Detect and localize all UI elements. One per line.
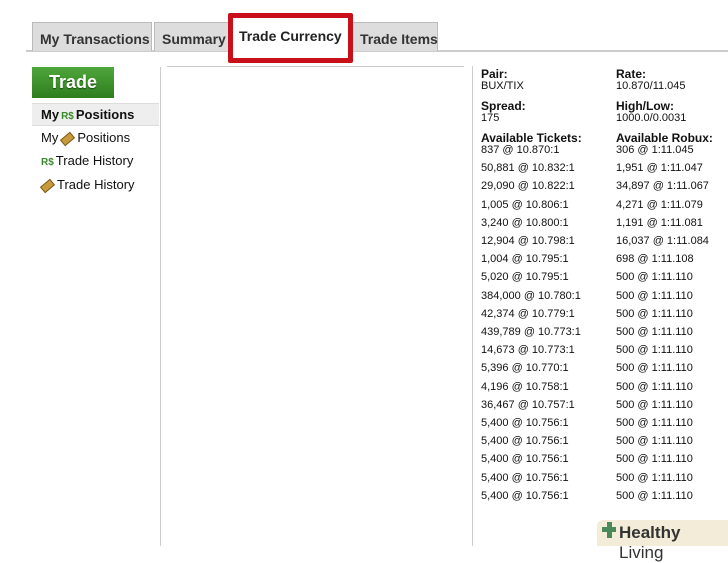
nav-label: My — [41, 130, 59, 145]
ticket-offer-row: 1,004 @ 10.795:1 — [481, 253, 569, 266]
robux-offer-row: 698 @ 1:11.108 — [616, 253, 694, 266]
nav-label: My — [41, 107, 60, 122]
main-panel-border — [167, 66, 464, 67]
robux-offer-row: 500 @ 1:11.110 — [616, 344, 693, 357]
robux-offer-row: 500 @ 1:11.110 — [616, 453, 693, 466]
tix-icon — [39, 178, 56, 193]
robux-offer-row: 1,951 @ 1:11.047 — [616, 162, 703, 175]
spread-info: Spread: 175 — [481, 99, 526, 124]
robux-icon: R$ — [41, 157, 54, 168]
trade-button[interactable]: Trade — [32, 67, 114, 98]
ticket-offer-row: 439,789 @ 10.773:1 — [481, 326, 581, 338]
ticket-offer-row: 12,904 @ 10.798:1 — [481, 235, 575, 247]
rate-info: Rate: 10.870/11.045 — [616, 67, 686, 92]
robux-icon: R$ — [61, 111, 74, 122]
nav-label: Positions — [75, 107, 135, 122]
info-panel-border — [472, 66, 473, 546]
nav-my-tix-positions[interactable]: My Positions — [32, 127, 159, 150]
ticket-offer-row: 42,374 @ 10.779:1 — [481, 307, 575, 320]
robux-offer-row: 500 @ 1:11.110 — [616, 471, 693, 484]
ticket-offer-row: 5,396 @ 10.770:1 — [481, 362, 569, 375]
tab-summary[interactable]: Summary — [154, 22, 229, 51]
tix-icon — [60, 131, 76, 146]
nav-my-robux-positions[interactable]: My R$ Positions — [32, 103, 159, 126]
robux-offer-row: 1,191 @ 1:11.081 — [616, 216, 703, 229]
ticket-offer-row: 5,400 @ 10.756:1 — [481, 489, 569, 502]
robux-offer-row: 500 @ 1:11.110 — [616, 380, 693, 393]
ticket-offer-row: 5,400 @ 10.756:1 — [481, 453, 569, 466]
highlow-info: High/Low: 1000.0/0.0031 — [616, 99, 687, 124]
robux-offer-row: 500 @ 1:11.110 — [616, 489, 693, 502]
nav-label: Positions — [77, 130, 131, 145]
robux-offer-row: 500 @ 1:11.110 — [616, 289, 693, 302]
robux-offer-row: 500 @ 1:11.110 — [616, 307, 693, 320]
tickets-header: Available Tickets: — [481, 131, 582, 145]
ticket-offer-row: 29,090 @ 10.822:1 — [481, 180, 575, 193]
ticket-offer-row: 5,400 @ 10.756:1 — [481, 471, 569, 484]
pair-info: Pair: BUX/TIX — [481, 67, 524, 92]
robux-offer-row: 500 @ 1:11.110 — [616, 326, 693, 338]
tab-trade-items[interactable]: Trade Items — [352, 22, 438, 51]
robux-offer-row: 4,271 @ 1:11.079 — [616, 198, 703, 211]
robux-offer-row: 34,897 @ 1:11.067 — [616, 180, 709, 193]
ticket-offer-row: 837 @ 10.870:1 — [481, 144, 560, 156]
robux-offer-row: 500 @ 1:11.110 — [616, 398, 693, 411]
nav-label: Trade History — [55, 153, 134, 168]
tab-trade-currency[interactable]: Trade Currency — [228, 13, 353, 63]
ticket-offer-row: 5,400 @ 10.756:1 — [481, 417, 569, 429]
robux-offer-row: 16,037 @ 1:11.084 — [616, 235, 709, 247]
ticket-offer-row: 3,240 @ 10.800:1 — [481, 216, 569, 229]
ticket-offer-row: 36,467 @ 10.757:1 — [481, 398, 575, 411]
sidebar-divider — [160, 67, 161, 546]
robux-offer-row: 500 @ 1:11.110 — [616, 362, 693, 375]
ticket-offer-row: 14,673 @ 10.773:1 — [481, 344, 575, 357]
ticket-offer-row: 5,020 @ 10.795:1 — [481, 271, 569, 284]
nav-tix-trade-history[interactable]: Trade History — [32, 174, 159, 197]
nav-robux-trade-history[interactable]: R$ Trade History — [32, 150, 159, 173]
ticket-offer-row: 50,881 @ 10.832:1 — [481, 162, 575, 175]
ticket-offer-row: 1,005 @ 10.806:1 — [481, 198, 569, 211]
robux-offer-row: 500 @ 1:11.110 — [616, 271, 693, 284]
ticket-offer-row: 384,000 @ 10.780:1 — [481, 289, 581, 302]
robux-offer-row: 500 @ 1:11.110 — [616, 435, 693, 448]
ticket-offer-row: 4,196 @ 10.758:1 — [481, 380, 569, 393]
healthy-living-watermark: Healthy Living — [597, 520, 728, 562]
ticket-offer-row: 5,400 @ 10.756:1 — [481, 435, 569, 448]
tab-my-transactions[interactable]: My Transactions — [32, 22, 152, 51]
robux-header: Available Robux: — [616, 131, 713, 145]
robux-offer-row: 500 @ 1:11.110 — [616, 417, 693, 429]
nav-label: Trade History — [57, 177, 135, 192]
robux-offer-row: 306 @ 1:11.045 — [616, 144, 694, 156]
